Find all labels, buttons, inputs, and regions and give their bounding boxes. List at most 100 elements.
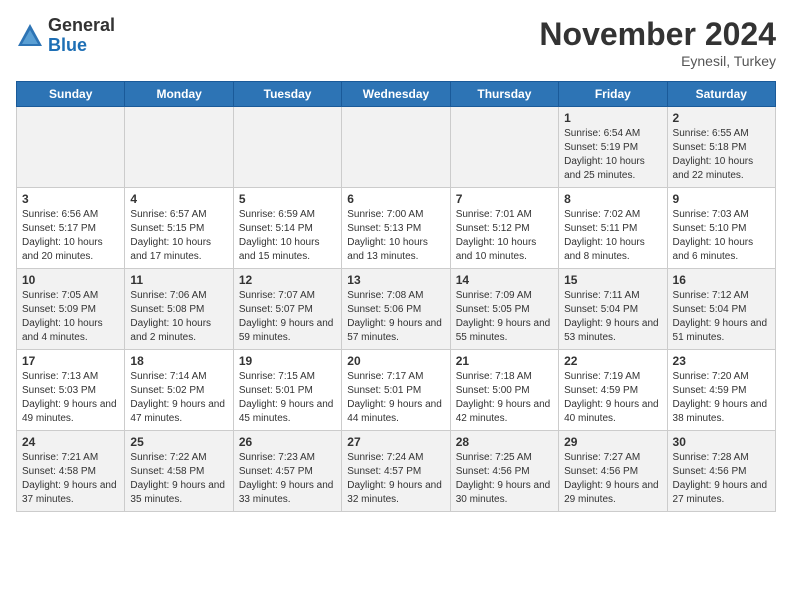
calendar-cell: 17Sunrise: 7:13 AM Sunset: 5:03 PM Dayli… (17, 350, 125, 431)
day-info: Sunrise: 7:03 AM Sunset: 5:10 PM Dayligh… (673, 208, 770, 264)
calendar-cell: 1 Sunrise: 6:54 AM Sunset: 5:19 PM Daylig… (559, 107, 667, 188)
calendar-cell: 12Sunrise: 7:07 AM Sunset: 5:07 PM Dayli… (233, 269, 341, 350)
day-info: Sunrise: 7:17 AM Sunset: 5:01 PM Dayligh… (347, 370, 444, 426)
day-info: Sunrise: 7:20 AM Sunset: 4:59 PM Dayligh… (673, 370, 770, 426)
col-thursday: Thursday (450, 82, 558, 107)
calendar-cell: 16 Sunrise: 7:12 AM Sunset: 5:04 PM Dayli… (667, 269, 775, 350)
calendar-cell (233, 107, 341, 188)
day-info: Sunrise: 7:25 AM Sunset: 4:56 PM Dayligh… (456, 451, 553, 507)
calendar-cell: 30 Sunrise: 7:28 AM Sunset: 4:56 PM Dayli… (667, 431, 775, 512)
day-number: 10 (22, 273, 119, 287)
day-info: Sunrise: 6:55 AM Sunset: 5:18 PM Dayligh… (673, 127, 770, 183)
day-number: 18 (130, 354, 227, 368)
day-number: 15 (564, 273, 661, 287)
day-number: 1 (564, 111, 661, 125)
day-info: Sunrise: 6:59 AM Sunset: 5:14 PM Dayligh… (239, 208, 336, 264)
calendar-cell: 22 Sunrise: 7:19 AM Sunset: 4:59 PM Dayli… (559, 350, 667, 431)
day-number: 7 (456, 192, 553, 206)
day-info: Sunrise: 7:08 AM Sunset: 5:06 PM Dayligh… (347, 289, 444, 345)
col-wednesday: Wednesday (342, 82, 450, 107)
calendar-cell: 6 Sunrise: 7:00 AM Sunset: 5:13 PM Daylig… (342, 188, 450, 269)
calendar-cell: 2 Sunrise: 6:55 AM Sunset: 5:18 PM Daylig… (667, 107, 775, 188)
day-number: 5 (239, 192, 336, 206)
month-title: November 2024 (539, 16, 776, 53)
day-info: Sunrise: 7:01 AM Sunset: 5:12 PM Dayligh… (456, 208, 553, 264)
col-monday: Monday (125, 82, 233, 107)
day-info: Sunrise: 7:23 AM Sunset: 4:57 PM Dayligh… (239, 451, 336, 507)
calendar-cell: 15Sunrise: 7:11 AM Sunset: 5:04 PM Dayli… (559, 269, 667, 350)
day-number: 30 (673, 435, 770, 449)
logo-icon (16, 22, 44, 50)
day-info: Sunrise: 7:18 AM Sunset: 5:00 PM Dayligh… (456, 370, 553, 426)
day-number: 22 (564, 354, 661, 368)
day-number: 24 (22, 435, 119, 449)
calendar-week-4: 17Sunrise: 7:13 AM Sunset: 5:03 PM Dayli… (17, 350, 776, 431)
day-number: 26 (239, 435, 336, 449)
calendar-cell: 24Sunrise: 7:21 AM Sunset: 4:58 PM Dayli… (17, 431, 125, 512)
calendar-cell: 29 Sunrise: 7:27 AM Sunset: 4:56 PM Dayli… (559, 431, 667, 512)
col-tuesday: Tuesday (233, 82, 341, 107)
page-header: General Blue November 2024 Eynesil, Turk… (16, 16, 776, 69)
day-info: Sunrise: 7:19 AM Sunset: 4:59 PM Dayligh… (564, 370, 661, 426)
calendar-week-3: 10 Sunrise: 7:05 AM Sunset: 5:09 PM Dayli… (17, 269, 776, 350)
day-info: Sunrise: 7:22 AM Sunset: 4:58 PM Dayligh… (130, 451, 227, 507)
day-info: Sunrise: 7:27 AM Sunset: 4:56 PM Dayligh… (564, 451, 661, 507)
location-subtitle: Eynesil, Turkey (539, 53, 776, 69)
day-number: 20 (347, 354, 444, 368)
day-number: 9 (673, 192, 770, 206)
day-info: Sunrise: 6:56 AM Sunset: 5:17 PM Dayligh… (22, 208, 119, 264)
day-number: 27 (347, 435, 444, 449)
day-info: Sunrise: 6:57 AM Sunset: 5:15 PM Dayligh… (130, 208, 227, 264)
day-number: 3 (22, 192, 119, 206)
calendar-header: Sunday Monday Tuesday Wednesday Thursday… (17, 82, 776, 107)
day-number: 28 (456, 435, 553, 449)
day-number: 14 (456, 273, 553, 287)
calendar-cell: 13 Sunrise: 7:08 AM Sunset: 5:06 PM Dayli… (342, 269, 450, 350)
logo-text: General Blue (48, 16, 115, 56)
calendar-cell: 7 Sunrise: 7:01 AM Sunset: 5:12 PM Daylig… (450, 188, 558, 269)
calendar-cell: 14Sunrise: 7:09 AM Sunset: 5:05 PM Dayli… (450, 269, 558, 350)
logo-blue: Blue (48, 36, 115, 56)
day-info: Sunrise: 7:13 AM Sunset: 5:03 PM Dayligh… (22, 370, 119, 426)
day-number: 11 (130, 273, 227, 287)
day-info: Sunrise: 6:54 AM Sunset: 5:19 PM Dayligh… (564, 127, 661, 183)
day-number: 12 (239, 273, 336, 287)
calendar-week-2: 3 Sunrise: 6:56 AM Sunset: 5:17 PM Daylig… (17, 188, 776, 269)
day-number: 23 (673, 354, 770, 368)
calendar-cell: 10 Sunrise: 7:05 AM Sunset: 5:09 PM Dayli… (17, 269, 125, 350)
day-info: Sunrise: 7:00 AM Sunset: 5:13 PM Dayligh… (347, 208, 444, 264)
calendar-cell: 8Sunrise: 7:02 AM Sunset: 5:11 PM Daylig… (559, 188, 667, 269)
day-info: Sunrise: 7:12 AM Sunset: 5:04 PM Dayligh… (673, 289, 770, 345)
calendar-week-1: 1 Sunrise: 6:54 AM Sunset: 5:19 PM Daylig… (17, 107, 776, 188)
calendar-cell (450, 107, 558, 188)
calendar-cell: 3 Sunrise: 6:56 AM Sunset: 5:17 PM Daylig… (17, 188, 125, 269)
day-number: 8 (564, 192, 661, 206)
day-number: 4 (130, 192, 227, 206)
calendar-cell: 19 Sunrise: 7:15 AM Sunset: 5:01 PM Dayli… (233, 350, 341, 431)
col-friday: Friday (559, 82, 667, 107)
day-number: 19 (239, 354, 336, 368)
day-number: 16 (673, 273, 770, 287)
day-number: 25 (130, 435, 227, 449)
calendar-cell: 18Sunrise: 7:14 AM Sunset: 5:02 PM Dayli… (125, 350, 233, 431)
day-number: 6 (347, 192, 444, 206)
day-number: 21 (456, 354, 553, 368)
calendar-cell: 26 Sunrise: 7:23 AM Sunset: 4:57 PM Dayli… (233, 431, 341, 512)
calendar-table: Sunday Monday Tuesday Wednesday Thursday… (16, 81, 776, 512)
day-number: 13 (347, 273, 444, 287)
logo-general: General (48, 16, 115, 36)
calendar-cell: 20 Sunrise: 7:17 AM Sunset: 5:01 PM Dayli… (342, 350, 450, 431)
calendar-cell: 4 Sunrise: 6:57 AM Sunset: 5:15 PM Daylig… (125, 188, 233, 269)
day-info: Sunrise: 7:28 AM Sunset: 4:56 PM Dayligh… (673, 451, 770, 507)
day-info: Sunrise: 7:15 AM Sunset: 5:01 PM Dayligh… (239, 370, 336, 426)
day-number: 29 (564, 435, 661, 449)
calendar-cell: 11Sunrise: 7:06 AM Sunset: 5:08 PM Dayli… (125, 269, 233, 350)
calendar-cell (17, 107, 125, 188)
title-area: November 2024 Eynesil, Turkey (539, 16, 776, 69)
col-saturday: Saturday (667, 82, 775, 107)
calendar-cell: 21 Sunrise: 7:18 AM Sunset: 5:00 PM Dayli… (450, 350, 558, 431)
day-number: 2 (673, 111, 770, 125)
calendar-cell: 25 Sunrise: 7:22 AM Sunset: 4:58 PM Dayli… (125, 431, 233, 512)
day-info: Sunrise: 7:05 AM Sunset: 5:09 PM Dayligh… (22, 289, 119, 345)
logo: General Blue (16, 16, 115, 56)
